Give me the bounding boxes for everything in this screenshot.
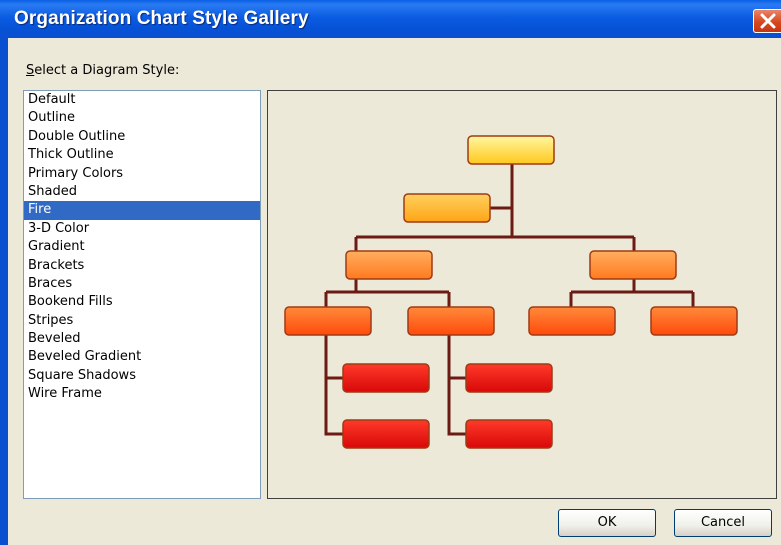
style-item-thick-outline[interactable]: Thick Outline (24, 146, 260, 164)
style-item-stripes[interactable]: Stripes (24, 312, 260, 330)
ok-button[interactable]: OK (558, 509, 656, 537)
style-item-shaded[interactable]: Shaded (24, 183, 260, 201)
style-item-beveled-gradient[interactable]: Beveled Gradient (24, 348, 260, 366)
org-box-manager-right (589, 250, 677, 280)
style-item-wire-frame[interactable]: Wire Frame (24, 385, 260, 403)
org-box-sub-3 (342, 419, 430, 449)
style-item-default[interactable]: Default (24, 91, 260, 109)
style-list-label: Select a Diagram Style: (26, 63, 179, 78)
org-box-top (467, 135, 555, 165)
window-frame (0, 38, 8, 545)
org-box-staff-1 (284, 306, 372, 336)
style-item-fire[interactable]: Fire (24, 201, 260, 220)
org-box-sub-4 (465, 419, 553, 449)
style-item-square-shadows[interactable]: Square Shadows (24, 367, 260, 385)
style-item-3-d-color[interactable]: 3-D Color (24, 220, 260, 238)
style-item-double-outline[interactable]: Double Outline (24, 128, 260, 146)
style-item-outline[interactable]: Outline (24, 109, 260, 127)
close-icon (760, 13, 776, 29)
org-box-sub-2 (465, 363, 553, 393)
style-item-bookend-fills[interactable]: Bookend Fills (24, 293, 260, 311)
close-button[interactable] (753, 9, 781, 33)
cancel-button[interactable]: Cancel (674, 509, 772, 537)
org-box-sub-1 (342, 363, 430, 393)
org-box-manager-left (345, 250, 433, 280)
style-item-gradient[interactable]: Gradient (24, 238, 260, 256)
style-item-beveled[interactable]: Beveled (24, 330, 260, 348)
org-box-assistant (403, 193, 491, 223)
style-item-primary-colors[interactable]: Primary Colors (24, 165, 260, 183)
style-item-braces[interactable]: Braces (24, 275, 260, 293)
title-bar: Organization Chart Style Gallery (0, 0, 781, 38)
org-box-staff-2 (407, 306, 495, 336)
org-box-staff-3 (528, 306, 616, 336)
org-chart-connectors (324, 164, 695, 436)
window-title: Organization Chart Style Gallery (14, 8, 309, 29)
style-list-label-text: elect a Diagram Style: (34, 63, 180, 78)
org-box-staff-4 (650, 306, 738, 336)
style-listbox[interactable]: Default Outline Double Outline Thick Outlin… (23, 90, 261, 499)
diagram-preview (267, 90, 777, 499)
style-item-brackets[interactable]: Brackets (24, 257, 260, 275)
org-chart-preview (284, 135, 738, 449)
